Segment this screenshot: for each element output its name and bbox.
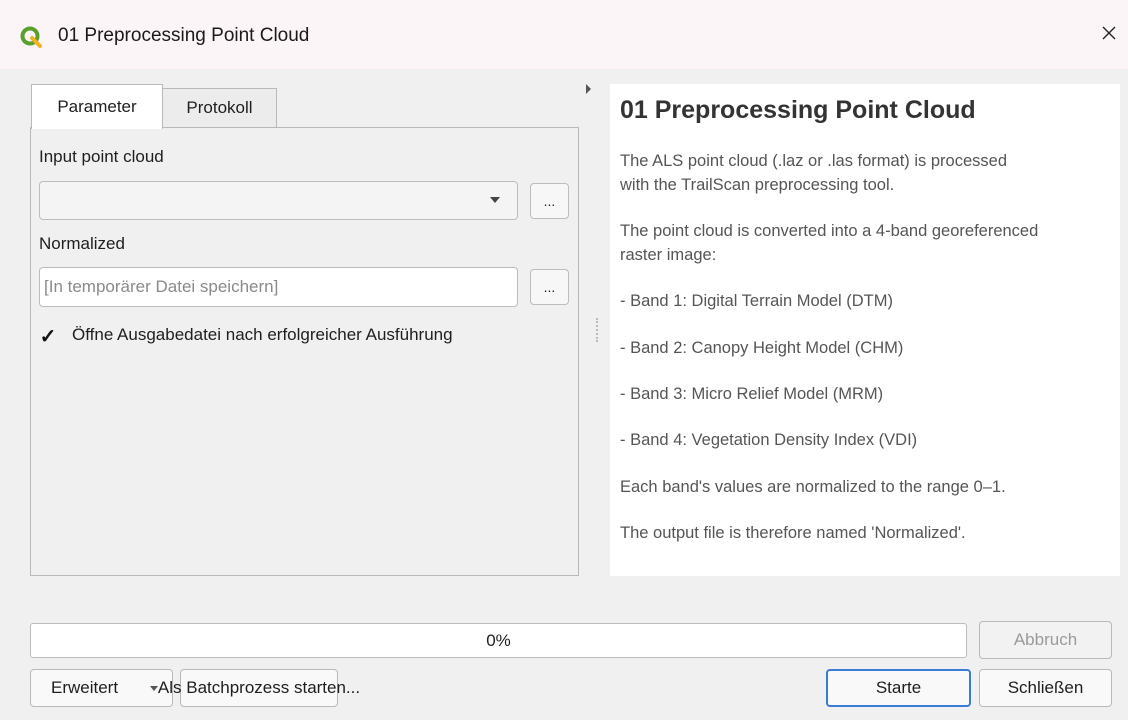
close-button[interactable]	[1092, 18, 1126, 52]
splitter-handle[interactable]	[596, 318, 598, 342]
output-file-input[interactable]: [In temporärer Datei speichern]	[39, 267, 518, 307]
help-title: 01 Preprocessing Point Cloud	[620, 96, 976, 124]
open-output-checkbox-label: Öffne Ausgabedatei nach erfolgreicher Au…	[72, 325, 453, 344]
run-button[interactable]: Starte	[826, 669, 971, 707]
advanced-button-label: Erweitert	[51, 678, 119, 697]
input-point-cloud-select[interactable]	[39, 181, 518, 220]
help-text: The output file is therefore named 'Norm…	[620, 524, 966, 542]
help-text: - Band 4: Vegetation Density Index (VDI)	[620, 431, 918, 449]
input-point-cloud-label: Input point cloud	[39, 147, 164, 166]
close-dialog-button[interactable]: Schließen	[979, 669, 1112, 707]
help-text: - Band 2: Canopy Height Model (CHM)	[620, 339, 904, 357]
tab-parameter[interactable]: Parameter	[31, 84, 163, 129]
collapse-arrow-icon[interactable]	[586, 84, 591, 94]
help-text: The ALS point cloud (.laz or .las format…	[620, 152, 1008, 170]
help-text: raster image:	[620, 246, 717, 264]
chevron-down-icon	[490, 197, 500, 203]
help-text: Each band's values are normalized to the…	[620, 478, 1006, 496]
open-output-checkbox[interactable]: ✓	[38, 326, 58, 348]
help-text: The point cloud is converted into a 4-ba…	[620, 222, 1039, 240]
input-browse-button[interactable]: ...	[530, 183, 569, 219]
help-text: - Band 3: Micro Relief Model (MRM)	[620, 385, 884, 403]
help-text: with the TrailScan preprocessing tool.	[620, 176, 895, 194]
window-title: 01 Preprocessing Point Cloud	[58, 25, 310, 46]
batch-process-button[interactable]: Als Batchprozess starten...	[158, 669, 360, 707]
help-text: - Band 1: Digital Terrain Model (DTM)	[620, 292, 893, 310]
output-browse-button[interactable]: ...	[530, 269, 569, 305]
close-icon	[1101, 25, 1117, 46]
tab-protokoll[interactable]: Protokoll	[163, 88, 277, 128]
normalized-label: Normalized	[39, 234, 125, 253]
qgis-logo-icon	[20, 26, 42, 48]
chevron-down-icon	[150, 686, 158, 691]
cancel-button[interactable]: Abbruch	[979, 621, 1112, 659]
progress-text: 0%	[486, 630, 511, 650]
